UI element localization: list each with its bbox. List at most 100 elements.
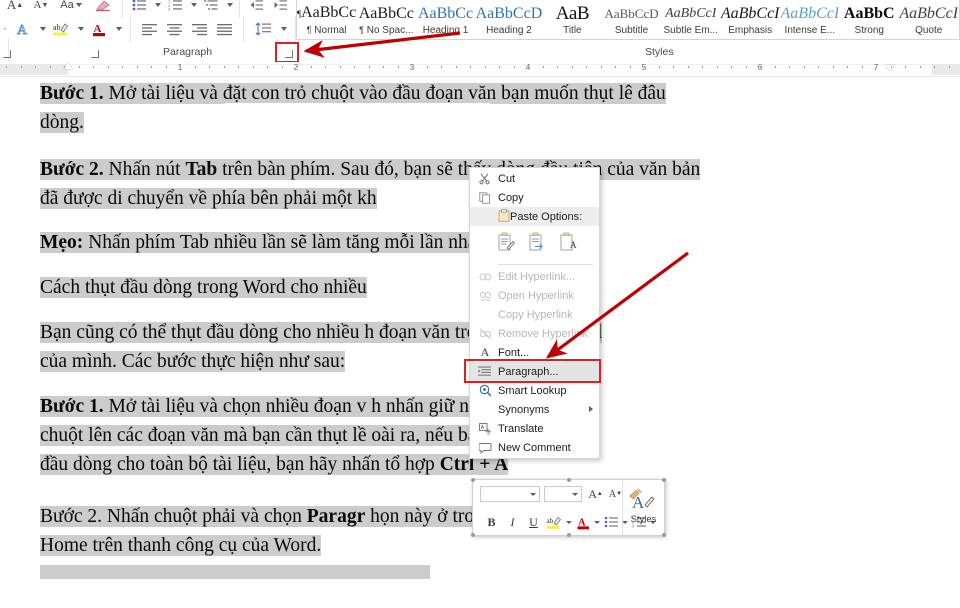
selection-handle[interactable] <box>662 478 666 482</box>
unselected-gap <box>225 103 490 135</box>
align-left-icon[interactable] <box>137 16 162 42</box>
font-color-dropdown-icon[interactable] <box>112 16 124 42</box>
document-paragraph[interactable]: đầu dòng cho toàn bộ tài liệu, bạn hãy n… <box>40 450 509 479</box>
ruler-tick <box>905 66 906 68</box>
ruler-tick <box>64 66 65 68</box>
menu-item-synonyms[interactable]: Synonyms <box>470 400 599 419</box>
style-preview: AaBbCcD <box>604 6 659 21</box>
selection-handle[interactable] <box>567 533 571 537</box>
align-center-icon[interactable] <box>162 16 187 42</box>
text-effects-icon[interactable]: A <box>10 16 36 42</box>
text-highlight-color-icon[interactable]: ab <box>48 16 74 42</box>
ruler-tick <box>267 66 268 68</box>
style-emphasis[interactable]: AaBbCcI Emphasis <box>721 0 781 39</box>
menu-item-paragraph[interactable]: Paragraph... <box>464 359 601 383</box>
ruler-tick <box>122 66 123 68</box>
ruler-tick <box>339 66 341 68</box>
paragraph-text: Tab <box>185 159 218 180</box>
ruler-track[interactable] <box>68 64 932 75</box>
style-name: Strong <box>854 25 884 36</box>
italic-icon[interactable]: I <box>504 512 521 532</box>
ruler-tick <box>426 66 428 68</box>
style-subtitle[interactable]: AaBbCcD Subtitle <box>602 0 661 39</box>
chevron-down-icon[interactable] <box>572 492 578 496</box>
ruler-tick <box>615 66 616 68</box>
ruler-tick <box>412 66 413 68</box>
text-highlight-dropdown-icon[interactable] <box>74 16 86 42</box>
style-heading-1[interactable]: AaBbCc Heading 1 <box>416 0 475 39</box>
bold-label: B <box>487 514 496 529</box>
menu-item-new-comment[interactable]: New Comment <box>470 438 599 457</box>
ruler-tick <box>238 66 239 68</box>
menu-item-label: Font... <box>498 346 530 359</box>
grow-font-icon[interactable]: A ▲ <box>587 484 604 504</box>
keep-text-only-icon[interactable]: A <box>560 232 577 256</box>
menu-item-cut[interactable]: Cut <box>470 169 599 188</box>
copy-hyperlink-icon <box>476 305 494 324</box>
style-quote[interactable]: AaBbCcI Quote <box>899 0 959 39</box>
ruler-tick <box>20 66 22 68</box>
merge-formatting-icon[interactable] <box>529 232 546 256</box>
menu-item-copy[interactable]: Copy <box>470 188 599 207</box>
text-highlight-icon[interactable]: ab <box>545 512 564 532</box>
document-paragraph[interactable]: Bước 2. Nhấn nút Tab trên bàn phím. Sau … <box>40 155 701 184</box>
selection-handle[interactable] <box>662 533 666 537</box>
chevron-down-icon[interactable] <box>530 492 536 496</box>
document-paragraph[interactable]: Home trên thanh công cụ của Word. <box>40 531 322 560</box>
selection-handle[interactable] <box>471 533 475 537</box>
ruler-tick <box>876 66 877 68</box>
style-preview: AaBbCcD <box>475 5 543 22</box>
paragraph-launcher-highlight <box>275 42 299 63</box>
selection-handle[interactable] <box>471 478 475 482</box>
selection-handle[interactable] <box>567 478 571 482</box>
font-color-icon[interactable]: A <box>86 16 112 42</box>
document-paragraph[interactable]: dòng. <box>40 108 84 137</box>
style-intense-emphasis[interactable]: AaBbCcI Intense E... <box>781 0 841 39</box>
context-menu[interactable]: Cut Copy Paste Options: A Edit Hyperlink… <box>464 167 601 459</box>
text-highlight-dropdown-icon[interactable] <box>564 512 573 532</box>
style-title[interactable]: AaB Title <box>543 0 602 39</box>
bold-icon[interactable]: B <box>483 512 500 532</box>
justify-icon[interactable] <box>212 16 237 42</box>
line-spacing-icon[interactable] <box>250 16 276 42</box>
menu-item-label: New Comment <box>498 441 571 454</box>
style-preview: AaBbCcI <box>780 5 840 22</box>
menu-item-translate[interactable]: A文 Translate <box>470 419 599 438</box>
paste-options-row[interactable]: A <box>470 226 599 262</box>
font-size-combo[interactable] <box>544 486 582 502</box>
line-spacing-dropdown-icon[interactable] <box>276 16 289 42</box>
keep-source-formatting-icon[interactable] <box>498 232 516 256</box>
style-normal[interactable]: ¶AaBbCc ¶ Normal <box>297 0 357 39</box>
document-paragraph[interactable]: Mẹo: Nhấn phím Tab nhiều lần sẽ làm tăng… <box>40 228 492 257</box>
document-paragraph[interactable]: Bước 2. Nhấn chuột phải và chọn Paragr h… <box>40 502 523 531</box>
style-subtle-emphasis[interactable]: AaBbCcI Subtle Em... <box>662 0 721 39</box>
style-heading-2[interactable]: AaBbCcD Heading 2 <box>476 0 544 39</box>
ruler-tick <box>93 66 94 68</box>
mini-formatting-toolbar[interactable]: A ▲ A ▼ B I U ab A 123 A Styles <box>471 478 666 537</box>
paragraph-text: Mẹo: <box>40 232 84 253</box>
document-paragraph[interactable]: đã được di chuyển về phía bên phải một k… <box>40 184 377 213</box>
font-color-icon[interactable]: A <box>575 512 592 532</box>
styles-gallery[interactable]: ¶AaBbCc ¶ Normal AaBbCc ¶ No Spac... AaB… <box>296 0 960 40</box>
font-color-dropdown-icon[interactable] <box>592 512 601 532</box>
font-name-combo[interactable] <box>480 486 540 502</box>
styles-dialog-launcher[interactable] <box>0 47 11 58</box>
ruler-tick <box>281 66 283 68</box>
document-paragraph[interactable]: Cách thụt đầu dòng trong Word cho nhiều <box>40 273 367 302</box>
submenu-arrow-icon <box>589 406 593 412</box>
horizontal-ruler[interactable]: 1 2 3 4 5 6 7 <box>0 62 960 77</box>
ruler-tick <box>586 66 587 68</box>
style-name: No Spac... <box>366 25 414 36</box>
mini-toolbar-styles-button[interactable]: A Styles <box>622 480 664 536</box>
style-name: Emphasis <box>728 25 773 36</box>
font-dialog-launcher[interactable] <box>88 47 99 58</box>
bullets-icon[interactable] <box>603 512 620 532</box>
text-effects-dropdown-icon[interactable] <box>36 16 48 42</box>
align-right-icon[interactable] <box>187 16 212 42</box>
style-strong[interactable]: AaBbC Strong <box>840 0 899 39</box>
style-no-spacing[interactable]: AaBbCc ¶ No Spac... <box>357 0 416 39</box>
menu-item-smart-lookup[interactable]: Smart Lookup <box>470 381 599 400</box>
menu-item-open-hyperlink: Open Hyperlink <box>470 286 599 305</box>
document-paragraph[interactable]: của mình. Các bước thực hiện như sau: <box>40 347 346 376</box>
underline-icon[interactable]: U <box>525 512 542 532</box>
